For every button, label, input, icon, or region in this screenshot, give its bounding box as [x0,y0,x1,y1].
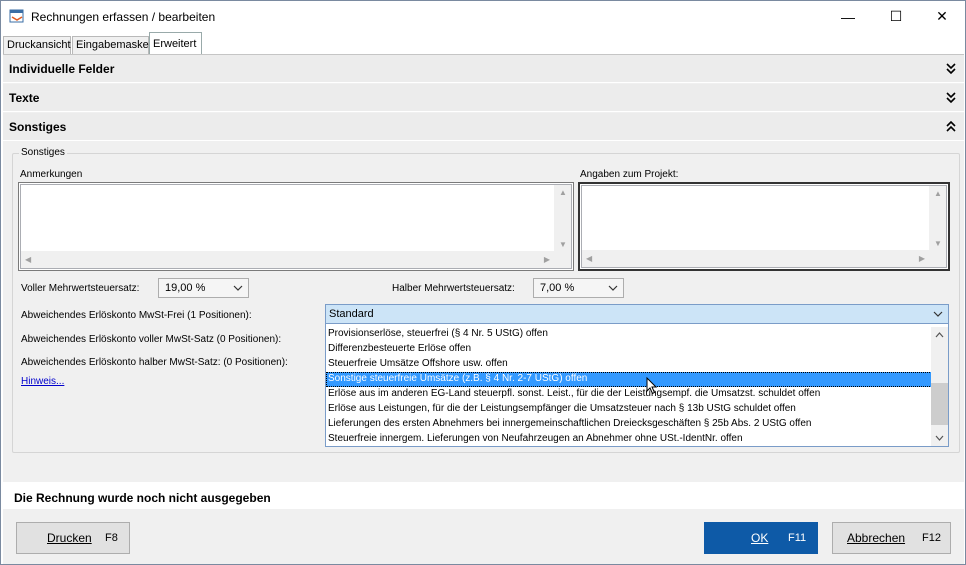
scroll-left-icon[interactable]: ◀ [586,254,592,263]
invoice-window: Rechnungen erfassen / bearbeiten — ☐ ✕ D… [0,0,966,565]
scroll-up-icon[interactable]: ▲ [934,189,942,198]
projekt-textarea[interactable]: ▲ ▼ ◀ ▶ [581,185,947,268]
maximize-button[interactable]: ☐ [873,1,919,32]
abbrechen-label: Abbrechen [847,531,906,545]
drucken-button[interactable]: Drucken F8 [16,522,130,554]
projekt-label: Angaben zum Projekt: [580,169,679,180]
erloeskonto-dropdown[interactable]: Standard Provisionserlöse, steuerfrei (§… [325,304,949,447]
scroll-up-icon[interactable]: ▲ [559,188,567,197]
section-individuelle-felder[interactable]: Individuelle Felder [3,55,964,83]
scroll-right-icon[interactable]: ▶ [544,255,550,264]
scroll-right-icon[interactable]: ▶ [919,254,925,263]
invoice-app-icon [9,9,24,23]
abbrechen-button[interactable]: Abbrechen F12 [832,522,951,554]
ok-label: OK [751,531,769,545]
minimize-button[interactable]: — [825,1,871,32]
halber-mwst-label: Halber Mehrwertsteuersatz: [392,283,515,294]
double-chevron-down-icon[interactable] [946,92,956,104]
dropdown-option[interactable]: Provisionserlöse, steuerfrei (§ 4 Nr. 5 … [326,327,932,342]
abbrechen-shortcut: F12 [922,532,941,544]
scroll-down-icon[interactable] [935,435,944,441]
scroll-down-icon[interactable]: ▼ [934,239,942,248]
dropdown-option[interactable]: Lieferungen des ersten Abnehmers bei inn… [326,417,932,432]
vertical-scrollbar[interactable]: ▲ ▼ [554,185,571,251]
tab-erweitert[interactable]: Erweitert [149,32,202,54]
dropdown-list: Provisionserlöse, steuerfrei (§ 4 Nr. 5 … [326,327,932,447]
anmerkungen-box: ▲ ▼ ◀ ▶ [18,182,574,271]
window-title: Rechnungen erfassen / bearbeiten [31,10,216,24]
horizontal-scrollbar[interactable]: ◀ ▶ [21,251,554,268]
horizontal-scrollbar[interactable]: ◀ ▶ [582,250,929,267]
scroll-corner [554,251,571,268]
vertical-scrollbar[interactable]: ▲ ▼ [929,186,946,250]
close-button[interactable]: ✕ [919,1,965,32]
mouse-pointer-icon [646,377,658,395]
section-title: Texte [9,91,40,105]
ok-button[interactable]: OK F11 [704,522,818,554]
dropdown-option-highlighted[interactable]: Sonstige steuerfreie Umsätze (z.B. § 4 N… [326,372,932,387]
scrollbar-thumb[interactable] [931,383,948,425]
dropdown-option[interactable]: Differenzbesteuerte Erlöse offen [326,342,932,357]
voller-mwst-label: Voller Mehrwertsteuersatz: [21,283,140,294]
voller-mwst-value: 19,00 % [165,282,206,294]
status-message: Die Rechnung wurde noch nicht ausgegeben [14,491,271,505]
scroll-down-icon[interactable]: ▼ [559,240,567,249]
hinweis-link[interactable]: Hinweis... [21,376,64,387]
section-sonstiges[interactable]: Sonstiges [3,113,964,141]
dropdown-option[interactable]: Steuerfreie innergem. Lieferungen von Ne… [326,432,932,447]
erloeskonto-selected-value: Standard [329,308,374,320]
chevron-down-icon [608,285,618,291]
halber-mwst-value: 7,00 % [540,282,575,294]
scroll-left-icon[interactable]: ◀ [25,255,31,264]
anmerkungen-textarea[interactable]: ▲ ▼ ◀ ▶ [20,184,572,269]
tab-druckansicht[interactable]: Druckansicht [3,36,71,54]
projekt-box: ▲ ▼ ◀ ▶ [578,182,950,271]
group-title: Sonstiges [19,147,67,158]
erloeskonto-voller-label: Abweichendes Erlöskonto voller MwSt-Satz… [21,334,282,345]
double-chevron-down-icon[interactable] [946,63,956,75]
section-title: Sonstiges [9,120,67,134]
footer-bar: Drucken F8 OK F11 Abbrechen F12 [3,509,964,564]
drucken-shortcut: F8 [105,532,118,544]
dropdown-scrollbar[interactable] [931,327,948,446]
halber-mwst-combo[interactable]: 7,00 % [533,278,624,298]
anmerkungen-label: Anmerkungen [20,169,83,180]
dropdown-option[interactable]: Steuerfreie Umsätze Offshore usw. offen [326,357,932,372]
scroll-corner [929,250,946,267]
voller-mwst-combo[interactable]: 19,00 % [158,278,249,298]
section-title: Individuelle Felder [9,62,115,76]
dropdown-option[interactable]: Erlöse aus Leistungen, für die der Leist… [326,402,932,417]
ok-shortcut: F11 [788,532,807,544]
scroll-up-icon[interactable] [935,332,944,338]
title-bar: Rechnungen erfassen / bearbeiten — ☐ ✕ [1,1,965,32]
double-chevron-up-icon[interactable] [946,121,956,133]
erloeskonto-combo[interactable]: Standard [326,305,948,324]
chevron-down-icon [933,311,943,317]
chevron-down-icon [233,285,243,291]
erloeskonto-halber-label: Abweichendes Erlöskonto halber MwSt-Satz… [21,357,288,368]
drucken-label: Drucken [47,531,92,545]
section-texte[interactable]: Texte [3,84,964,112]
dropdown-option[interactable]: Erlöse aus im anderen EG-Land steuerpfl.… [326,387,932,402]
tab-eingabemaske[interactable]: Eingabemaske [72,36,149,54]
erloeskonto-mwst-frei-label: Abweichendes Erlöskonto MwSt-Frei (1 Pos… [21,310,252,321]
